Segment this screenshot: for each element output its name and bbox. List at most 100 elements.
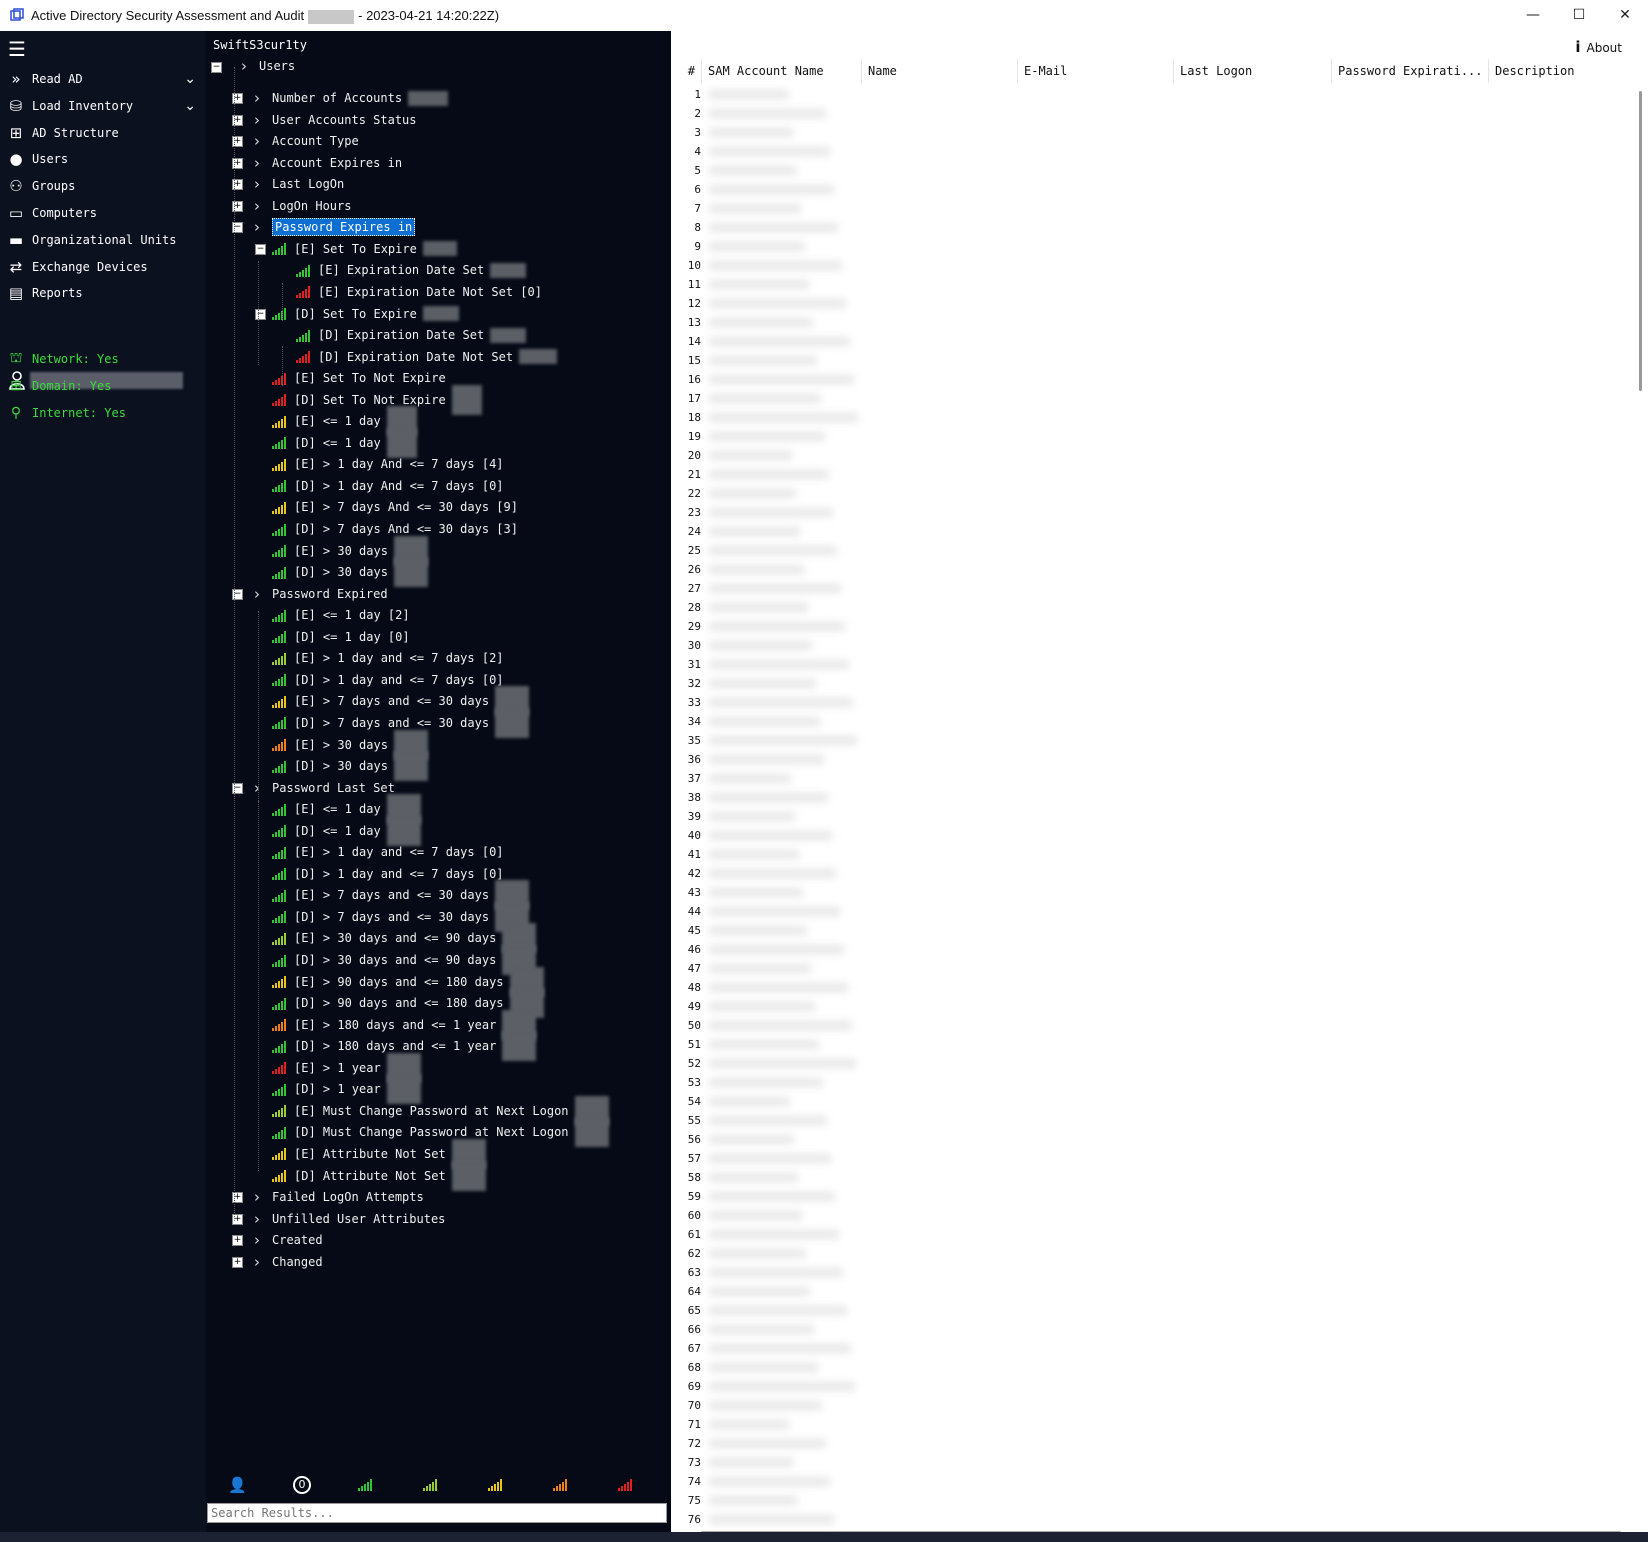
tree-node[interactable]: [E] > 180 days and <= 1 year	[272, 1009, 537, 1040]
redacted-row[interactable]	[709, 1344, 851, 1353]
sidebar-item-read-ad[interactable]: » Read AD ⌄	[0, 66, 206, 92]
tree-node[interactable]: + › User Accounts Status	[232, 109, 417, 131]
redacted-row[interactable]	[709, 1439, 826, 1448]
redacted-row[interactable]	[709, 318, 813, 327]
redacted-row[interactable]	[709, 831, 832, 840]
column-header[interactable]: Password Expirati...	[1331, 59, 1488, 83]
tree-node[interactable]: [E] > 7 days and <= 30 days	[272, 686, 530, 717]
redacted-row[interactable]	[709, 1382, 855, 1391]
tree-root-users[interactable]: − › Users	[211, 55, 295, 77]
redacted-row[interactable]	[709, 1192, 835, 1201]
redacted-row[interactable]	[709, 451, 792, 460]
redacted-row[interactable]	[709, 926, 807, 935]
redacted-row[interactable]	[709, 1401, 822, 1410]
tree-node[interactable]: − › Password Last Set	[232, 777, 395, 799]
redacted-row[interactable]	[709, 1420, 789, 1429]
sidebar-item-users[interactable]: ● Users	[0, 146, 206, 172]
redacted-row[interactable]	[709, 793, 828, 802]
redacted-row[interactable]	[709, 1363, 818, 1372]
redacted-row[interactable]	[709, 565, 804, 574]
about-button[interactable]: i About	[1575, 38, 1622, 56]
chevron-down-icon[interactable]: ⌄	[184, 98, 196, 114]
tree-node[interactable]: + › LogOn Hours	[232, 195, 351, 217]
tree-node[interactable]: [D] <= 1 day	[272, 815, 421, 846]
signal-orange-icon[interactable]	[553, 1476, 575, 1495]
redacted-row[interactable]	[709, 888, 803, 897]
tree-node[interactable]: [D] Attribute Not Set	[272, 1160, 486, 1191]
redacted-row[interactable]	[709, 698, 853, 707]
redacted-row[interactable]	[709, 413, 858, 422]
tree-node[interactable]: + › Unfilled User Attributes	[232, 1208, 445, 1230]
redacted-row[interactable]	[709, 1496, 797, 1505]
tree-node[interactable]: − [E] Set To Expire	[255, 238, 457, 260]
redacted-row[interactable]	[709, 1116, 827, 1125]
tree-node[interactable]: [E] Expiration Date Not Set [0]	[296, 281, 542, 303]
column-header[interactable]: Last Logon	[1173, 59, 1331, 83]
redacted-row[interactable]	[709, 1287, 810, 1296]
redacted-row[interactable]	[709, 204, 801, 213]
tree-node[interactable]: − › Password Expired	[232, 583, 388, 605]
redacted-row[interactable]	[709, 1249, 806, 1258]
redacted-row[interactable]	[709, 1230, 839, 1239]
expand-icon[interactable]: +	[232, 1256, 243, 1268]
redacted-row[interactable]	[709, 1154, 831, 1163]
redacted-row[interactable]	[709, 1306, 847, 1315]
redacted-row[interactable]	[709, 90, 789, 99]
tree-node[interactable]: + › Failed LogOn Attempts	[232, 1186, 424, 1208]
redacted-row[interactable]	[709, 185, 834, 194]
redacted-row[interactable]	[709, 1458, 793, 1467]
redacted-row[interactable]	[709, 356, 817, 365]
redacted-row[interactable]	[709, 489, 796, 498]
signal-yellowgreen-icon[interactable]	[423, 1476, 445, 1495]
sidebar-item-computers[interactable]: ▭ Computers	[0, 200, 206, 226]
close-button[interactable]: ✕	[1602, 0, 1648, 30]
redacted-row[interactable]	[709, 812, 795, 821]
collapse-icon[interactable]: −	[255, 243, 266, 255]
tree-node[interactable]: [E] > 90 days and <= 180 days	[272, 966, 544, 997]
tree-node[interactable]: [D] > 1 year	[272, 1074, 421, 1105]
tree-node[interactable]: [E] Set To Not Expire	[272, 367, 446, 389]
tree-node[interactable]: [E] <= 1 day [2]	[272, 604, 410, 626]
redacted-row[interactable]	[709, 1515, 834, 1524]
redacted-row[interactable]	[709, 1268, 843, 1277]
sidebar-item-reports[interactable]: ▤ Reports	[0, 280, 206, 306]
zero-icon[interactable]: 0	[293, 1476, 311, 1494]
redacted-row[interactable]	[709, 869, 836, 878]
tree-node[interactable]: + › Number of Accounts	[232, 87, 449, 109]
redacted-row[interactable]	[709, 1325, 814, 1334]
redacted-row[interactable]	[709, 1059, 856, 1068]
sidebar-item-organizational-units[interactable]: ▬ Organizational Units	[0, 227, 206, 253]
redacted-row[interactable]	[709, 774, 791, 783]
redacted-row[interactable]	[709, 166, 797, 175]
tree-node[interactable]: [D] <= 1 day [0]	[272, 626, 410, 648]
tree-node[interactable]: [E] Must Change Password at Next Logon	[272, 1095, 609, 1126]
redacted-row[interactable]	[709, 983, 848, 992]
redacted-row[interactable]	[709, 337, 850, 346]
tree-node[interactable]: + › Account Expires in	[232, 152, 402, 174]
tree-node[interactable]: + › Account Type	[232, 130, 359, 152]
expand-icon[interactable]: +	[232, 1235, 243, 1247]
signal-yellow-icon[interactable]	[488, 1476, 510, 1495]
collapse-icon[interactable]: −	[211, 61, 222, 73]
tree-node[interactable]: [E] > 7 days and <= 30 days	[272, 880, 530, 911]
column-header[interactable]: SAM Account Name	[701, 59, 861, 83]
redacted-row[interactable]	[709, 1002, 815, 1011]
column-header[interactable]: E-Mail	[1017, 59, 1173, 83]
tree-node[interactable]: [E] > 30 days and <= 90 days	[272, 923, 537, 954]
redacted-row[interactable]	[709, 1173, 798, 1182]
search-results-input[interactable]	[207, 1503, 667, 1523]
redacted-row[interactable]	[709, 546, 837, 555]
tree-node[interactable]: [D] Must Change Password at Next Logon	[272, 1117, 609, 1148]
sidebar-item-exchange-devices[interactable]: ⇄ Exchange Devices	[0, 254, 206, 280]
redacted-row[interactable]	[709, 470, 829, 479]
tree-node[interactable]: [E] > 1 day and <= 7 days [0]	[272, 841, 504, 863]
redacted-row[interactable]	[709, 1477, 830, 1486]
signal-green-icon[interactable]	[358, 1476, 380, 1495]
tree-node[interactable]: + › Created	[232, 1229, 323, 1251]
collapse-icon[interactable]: −	[255, 308, 266, 320]
minimize-button[interactable]: —	[1510, 0, 1556, 30]
column-header[interactable]: Description	[1488, 59, 1631, 83]
vertical-scrollbar[interactable]	[1634, 71, 1648, 1531]
redacted-row[interactable]	[709, 128, 793, 137]
redacted-row[interactable]	[709, 147, 830, 156]
